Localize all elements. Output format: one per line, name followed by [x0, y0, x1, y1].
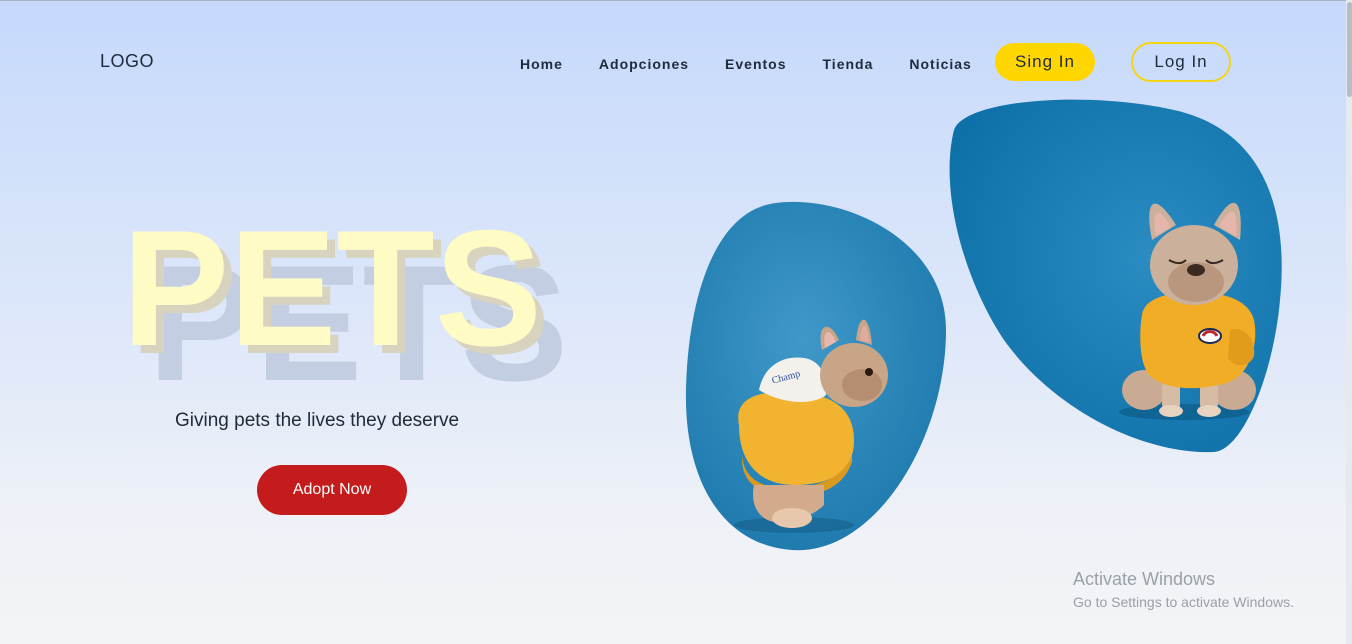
nav-tienda[interactable]: Tienda — [823, 55, 874, 73]
dog-photo-left: Champ — [685, 201, 946, 551]
dog-photo-right — [949, 99, 1282, 453]
hero-tagline: Giving pets the lives they deserve — [175, 410, 460, 431]
hero-title: PETS PETS PETS — [122, 196, 568, 415]
nav-home[interactable]: Home — [520, 55, 563, 73]
windows-activation-title: Activate Windows — [1073, 569, 1216, 589]
windows-activation-subtitle: Go to Settings to activate Windows. — [1073, 594, 1294, 610]
main-nav: Home Adopciones Eventos Tienda Noticias — [520, 55, 1008, 73]
log-in-button[interactable]: Log In — [1131, 42, 1231, 82]
scrollbar-thumb[interactable] — [1347, 2, 1352, 97]
adopt-now-button[interactable]: Adopt Now — [257, 465, 407, 515]
nav-noticias[interactable]: Noticias — [909, 55, 971, 73]
scrollbar[interactable] — [1346, 0, 1352, 644]
hero-title-main: PETS — [122, 196, 542, 380]
nav-adopciones[interactable]: Adopciones — [599, 55, 689, 73]
logo[interactable]: LOGO — [100, 51, 154, 72]
sign-in-button[interactable]: Sing In — [995, 43, 1095, 81]
nav-eventos[interactable]: Eventos — [725, 55, 786, 73]
window-top-border — [0, 0, 1352, 1]
